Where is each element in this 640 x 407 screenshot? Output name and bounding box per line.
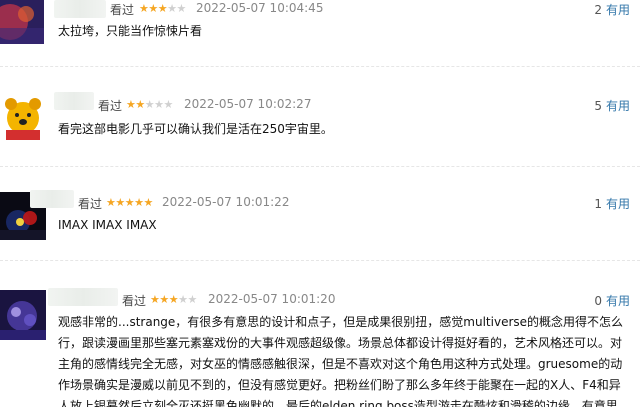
review-text: 太拉垮，只能当作惊悚片看 [58,24,203,38]
divider [0,66,640,67]
rating-stars: ★★★★★ [126,98,173,112]
review-text: IMAX IMAX IMAX [58,218,157,232]
star-filled-icon: ★ [135,98,145,111]
watch-status: 看过 [110,3,135,17]
divider [0,166,640,167]
review-text-line: 观感非常的...strange，有很多有意思的设计和点子，但是成果很别扭，感觉m… [58,315,624,329]
review-text-line: 人放上银幕然后立刻全灭还挺黑色幽默的。最后的elden ring boss造型游… [58,399,630,407]
review-text: 观感非常的...strange，有很多有意思的设计和点子，但是成果很别扭，感觉m… [58,312,632,407]
review-item: 看过 ★★★★★ 2022-05-07 10:04:45 2 有用 太拉垮，只能当… [0,0,640,66]
divider [0,260,640,261]
vote-area: 1 有用 [594,195,630,212]
watch-status: 看过 [122,294,147,308]
useful-button[interactable]: 有用 [606,99,630,113]
watch-status: 看过 [78,197,103,211]
star-filled-icon: ★ [159,293,169,306]
avatar[interactable] [0,0,44,44]
star-filled-icon: ★ [148,2,158,15]
useful-button[interactable]: 有用 [606,3,630,17]
review-time: 2022-05-07 10:02:27 [184,97,312,111]
vote-count: 0 [594,294,602,308]
vote-count: 1 [594,197,602,211]
username[interactable] [48,288,118,306]
star-empty-icon: ★ [154,98,164,111]
star-empty-icon: ★ [167,2,177,15]
star-filled-icon: ★ [168,293,179,306]
star-filled-icon: ★ [134,196,144,209]
useful-button[interactable]: 有用 [606,294,630,308]
star-filled-icon: ★ [150,293,160,306]
rating-stars: ★★★★★ [139,2,186,16]
vote-count: 5 [594,99,602,113]
review-text: 看完这部电影几乎可以确认我们是活在250宇宙里。 [58,122,333,136]
star-empty-icon: ★ [144,98,155,111]
star-empty-icon: ★ [163,98,174,111]
vote-area: 2 有用 [594,1,630,18]
rating-stars: ★★★★★ [150,293,197,307]
star-filled-icon: ★ [115,196,125,209]
avatar[interactable] [0,90,46,140]
review-time: 2022-05-07 10:04:45 [196,1,324,15]
avatar[interactable] [0,290,46,340]
review-time: 2022-05-07 10:01:22 [162,195,290,209]
username[interactable] [54,92,94,110]
username[interactable] [54,0,106,18]
vote-area: 5 有用 [594,97,630,114]
vote-count: 2 [594,3,602,17]
review-item: 看过 ★★★★★ 2022-05-07 10:01:20 0 有用 观感非常的..… [0,284,640,407]
review-text-line: 主角的感情线完全无感，对女巫的情感感触很深，但是不喜欢对这个角色用这种方式处理。… [58,357,623,371]
vote-area: 0 有用 [594,292,630,309]
review-item: 看过 ★★★★★ 2022-05-07 10:01:22 1 有用 IMAX IM… [0,188,640,252]
star-filled-icon: ★ [139,2,149,15]
review-item: 看过 ★★★★★ 2022-05-07 10:02:27 5 有用 看完这部电影几… [0,90,640,160]
review-text-line: 行，跟读漫画里那些塞元素塞戏份的大事件观感超级像。场景总体都设计得挺好看的，艺术… [58,336,623,350]
watch-status: 看过 [98,99,123,113]
star-empty-icon: ★ [176,2,187,15]
star-empty-icon: ★ [187,293,198,306]
useful-button[interactable]: 有用 [606,197,630,211]
star-filled-icon: ★ [143,196,154,209]
star-filled-icon: ★ [124,196,135,209]
username[interactable] [30,190,74,208]
star-filled-icon: ★ [106,196,116,209]
review-time: 2022-05-07 10:01:20 [208,292,336,306]
star-filled-icon: ★ [126,98,136,111]
star-empty-icon: ★ [178,293,188,306]
star-filled-icon: ★ [157,2,168,15]
rating-stars: ★★★★★ [106,196,153,210]
review-text-line: 作场景确实是漫威以前见不到的，但没有感觉更好。把粉丝们盼了那么多年终于能聚在一起… [58,378,621,392]
